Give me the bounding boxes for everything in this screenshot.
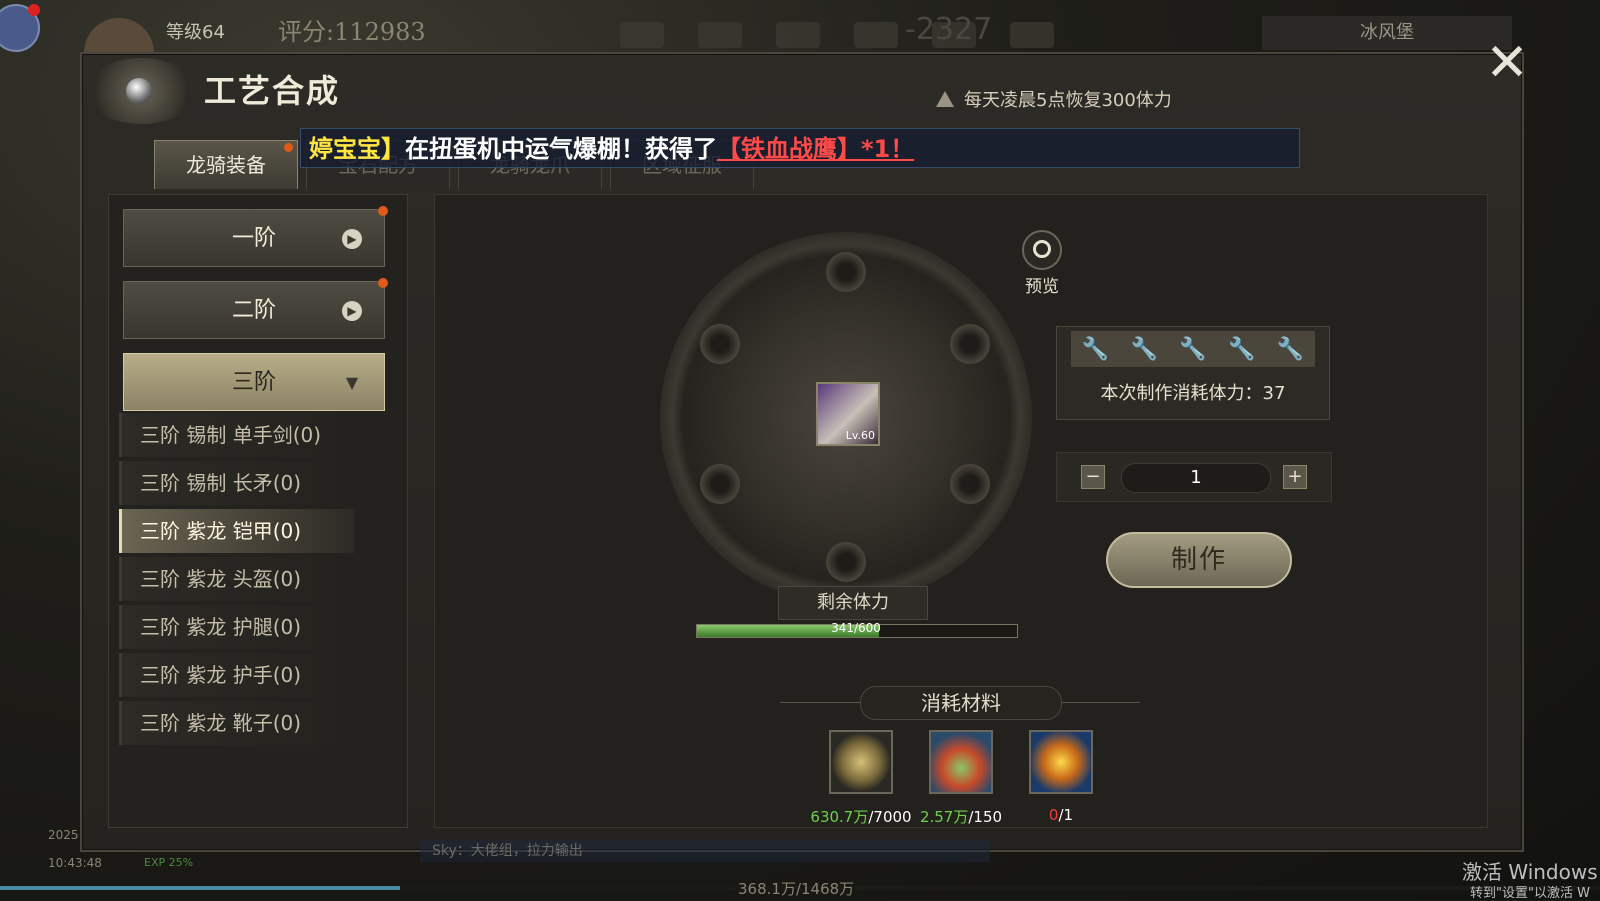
preview-button[interactable]: 预览 (1020, 230, 1064, 297)
hud-icon-4[interactable] (854, 22, 898, 48)
material-count: 2.57万/150 (919, 808, 1003, 826)
quantity-stepper: − 1 + (1056, 452, 1332, 502)
broadcast-text: 在扭蛋机中运气爆棚！获得了 (405, 135, 717, 163)
material-bag-icon[interactable] (929, 730, 993, 794)
tier-2-button[interactable]: 二阶 ▶ (123, 278, 388, 339)
windows-activation-title: 激活 Windows (1462, 860, 1598, 884)
tier-label: 一阶 (231, 226, 276, 251)
tier-3-button[interactable]: 三阶 ▼ (123, 353, 385, 411)
crystal-shard-icon[interactable] (1029, 730, 1093, 794)
wheel-socket (826, 542, 866, 582)
wrench-icon: 🔧 (1179, 336, 1207, 362)
divider (1060, 702, 1140, 703)
wheel-socket (700, 324, 740, 364)
hud-icon-3[interactable] (776, 22, 820, 48)
wrench-icon: 🔧 (1228, 336, 1256, 362)
hud-icon-2[interactable] (698, 22, 742, 48)
chevron-down-icon: ▼ (345, 373, 359, 392)
stamina-value: 341/600 (831, 621, 881, 635)
divider (780, 702, 860, 703)
list-item[interactable]: 三阶 紫龙 靴子(0) (119, 701, 355, 745)
hud-icon-6[interactable] (1010, 22, 1054, 48)
exp-fill (0, 886, 400, 890)
gold-coin-icon[interactable] (829, 730, 893, 794)
wheel-socket (950, 464, 990, 504)
broadcast-player: 婷宝宝】 (309, 135, 405, 163)
notification-dot (284, 143, 293, 152)
close-button[interactable]: ✕ (1484, 37, 1530, 89)
date-label: 2025 (48, 828, 79, 842)
notification-dot (28, 4, 40, 16)
notification-dot (378, 278, 388, 288)
chat-line[interactable]: Sky：大佬组，拉力输出 (420, 840, 990, 862)
list-item[interactable]: 三阶 锡制 长矛(0) (119, 461, 355, 505)
wrench-icon: 🔧 (1130, 336, 1158, 362)
tab-dragon-equipment[interactable]: 龙骑装备 (154, 140, 298, 189)
list-item[interactable]: 三阶 紫龙 护手(0) (119, 653, 355, 697)
material-count: 0/1 (1048, 806, 1074, 824)
wrench-icon: 🔧 (1276, 336, 1305, 362)
cost-box: 🔧 🔧 🔧 🔧 🔧 本次制作消耗体力：37 (1056, 326, 1330, 420)
materials-title: 消耗材料 (860, 686, 1062, 720)
tier-1-button[interactable]: 一阶 ▶ (123, 206, 388, 267)
stamina-cost: 本次制作消耗体力：37 (1100, 383, 1286, 404)
tab-label: 龙骑装备 (186, 153, 266, 177)
exp-percent: EXP 25% (144, 856, 194, 869)
stamina-label: 剩余体力 (778, 586, 928, 620)
wrench-icon: 🔧 (1081, 336, 1110, 362)
player-score: 评分:112983 (278, 18, 426, 46)
notice-text: 每天凌晨5点恢复300体力 (964, 90, 1172, 111)
craft-button[interactable]: 制作 (1106, 532, 1292, 588)
recipe-list: 一阶 ▶ 二阶 ▶ 三阶 ▼ 三阶 锡制 单手剑(0) 三阶 锡制 长矛(0) 三阶 … (108, 194, 408, 828)
location-label[interactable]: 冰风堡 (1262, 16, 1512, 50)
list-item[interactable]: 三阶 锡制 单手剑(0) (119, 413, 355, 457)
broadcast-item-link[interactable]: 【铁血战鹰】*1！ (717, 135, 914, 163)
play-arrow-icon: ▶ (342, 301, 362, 321)
target-item-slot[interactable]: Lv.60 (816, 382, 880, 446)
panel-title: 工艺合成 (204, 72, 341, 110)
play-arrow-icon: ▶ (342, 229, 362, 249)
wheel-socket (950, 324, 990, 364)
tier-label: 三阶 (231, 370, 276, 395)
list-item[interactable]: 三阶 紫龙 护腿(0) (119, 605, 355, 649)
item-level: Lv.60 (845, 429, 875, 442)
orb-icon (126, 78, 152, 104)
stamina-notice: 每天凌晨5点恢复300体力 (936, 86, 1172, 112)
quantity-field[interactable]: 1 (1121, 463, 1271, 493)
tier-label: 二阶 (231, 298, 276, 323)
hud-number: -2327 (905, 12, 993, 47)
broadcast-banner: 婷宝宝】在扭蛋机中运气爆棚！获得了【铁血战鹰】*1！ (300, 128, 1300, 168)
preview-label: 预览 (1025, 277, 1059, 297)
notification-dot (378, 206, 388, 216)
player-level: 等级64 (166, 22, 225, 43)
top-hud: 等级64 评分:112983 -2327 冰风堡 (0, 0, 1600, 58)
wheel-socket (700, 464, 740, 504)
list-item-selected[interactable]: 三阶 紫龙 铠甲(0) (119, 509, 355, 553)
exp-text: 368.1万/1468万 (738, 880, 855, 898)
hud-icon-1[interactable] (620, 22, 664, 48)
material-count: 630.7万/7000 (810, 808, 912, 826)
increase-button[interactable]: + (1283, 465, 1307, 489)
wheel-socket (826, 252, 866, 292)
windows-activation-hint: 转到"设置"以激活 W (1470, 886, 1590, 901)
wrench-row: 🔧 🔧 🔧 🔧 🔧 (1071, 331, 1315, 367)
panel-emblem-icon (86, 58, 196, 124)
player-avatar[interactable] (0, 4, 40, 52)
warning-icon (936, 91, 954, 107)
decrease-button[interactable]: − (1081, 465, 1105, 489)
clock: 10:43:48 (48, 856, 102, 870)
magnifier-icon (1022, 230, 1062, 270)
list-item[interactable]: 三阶 紫龙 头盔(0) (119, 557, 355, 601)
